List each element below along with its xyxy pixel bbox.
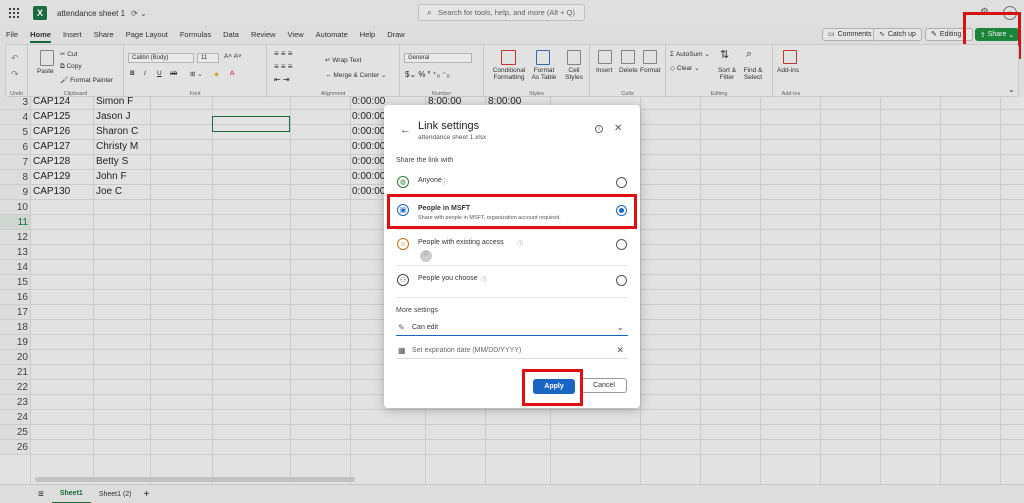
section-divider — [396, 297, 628, 298]
user-avatar: ☺ — [420, 250, 432, 262]
dialog-subtitle: attendance sheet 1.xlsx — [418, 134, 487, 141]
share-option-people-you-choose[interactable]: ⚇ People you choose ⓘ — [388, 267, 635, 295]
share-option-radio[interactable] — [616, 177, 627, 188]
dialog-title: Link settings — [418, 120, 480, 132]
expiration-placeholder: Set expiration date (MM/DD/YYYY) — [412, 347, 522, 354]
back-arrow-icon[interactable]: ← — [400, 124, 411, 136]
clear-date-icon[interactable]: ✕ — [616, 345, 624, 356]
cancel-button[interactable]: Cancel — [581, 378, 627, 393]
option-info-icon[interactable]: ⓘ — [517, 239, 523, 248]
share-option-radio[interactable] — [616, 275, 627, 286]
option-info-icon[interactable]: ⓘ — [481, 275, 487, 284]
calendar-icon: ▦ — [398, 346, 406, 355]
option-divider — [396, 229, 628, 230]
close-icon[interactable]: ✕ — [614, 123, 622, 134]
share-option-label: People with existing access — [418, 239, 504, 246]
expiration-date-input[interactable]: ▦ Set expiration date (MM/DD/YYYY) ✕ — [396, 344, 628, 359]
info-icon[interactable]: i — [595, 125, 603, 133]
option-divider — [396, 265, 628, 266]
share-option-anyone[interactable]: ◍ Anyone ⓘ — [388, 169, 635, 197]
more-settings-heading: More settings — [396, 307, 439, 314]
link-settings-dialog: ← Link settings attendance sheet 1.xlsx … — [384, 105, 640, 408]
share-option-label: Anyone — [418, 177, 442, 184]
people-icon: ⚇ — [397, 274, 409, 286]
option-info-icon[interactable]: ⓘ — [442, 177, 448, 186]
share-with-heading: Share the link with — [396, 157, 454, 164]
share-option-label: People you choose — [418, 275, 478, 282]
person-icon: ☺ — [397, 238, 409, 250]
globe-icon: ◍ — [397, 176, 409, 188]
selected-option-highlight-box — [387, 194, 637, 229]
share-option-people-with-existing-access[interactable]: ☺ People with existing access ⓘ ☺ — [388, 231, 635, 262]
share-option-radio[interactable] — [616, 239, 627, 250]
permission-select[interactable]: ✎ Can edit ⌄ — [396, 321, 628, 336]
permission-value: Can edit — [412, 324, 439, 331]
chevron-down-icon: ⌄ — [616, 322, 624, 332]
pencil-icon: ✎ — [398, 323, 405, 332]
apply-highlight-box — [522, 369, 583, 406]
